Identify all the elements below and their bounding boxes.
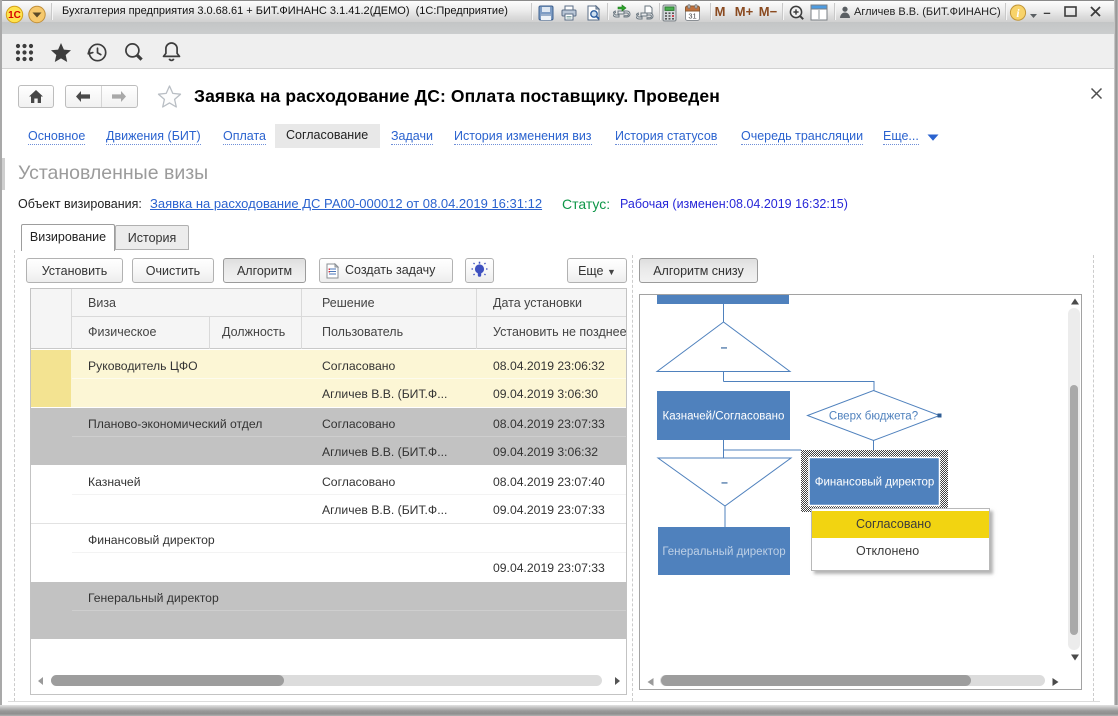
svg-text:Сверх бюджета?: Сверх бюджета?	[829, 411, 918, 423]
svg-text:Генеральный директор: Генеральный директор	[662, 546, 785, 558]
svg-text:Финансовый директор: Финансовый директор	[815, 477, 935, 489]
svg-text:1С: 1С	[8, 10, 21, 21]
svg-text:Казначей/Согласовано: Казначей/Согласовано	[663, 411, 785, 423]
svg-text:31: 31	[688, 12, 696, 21]
